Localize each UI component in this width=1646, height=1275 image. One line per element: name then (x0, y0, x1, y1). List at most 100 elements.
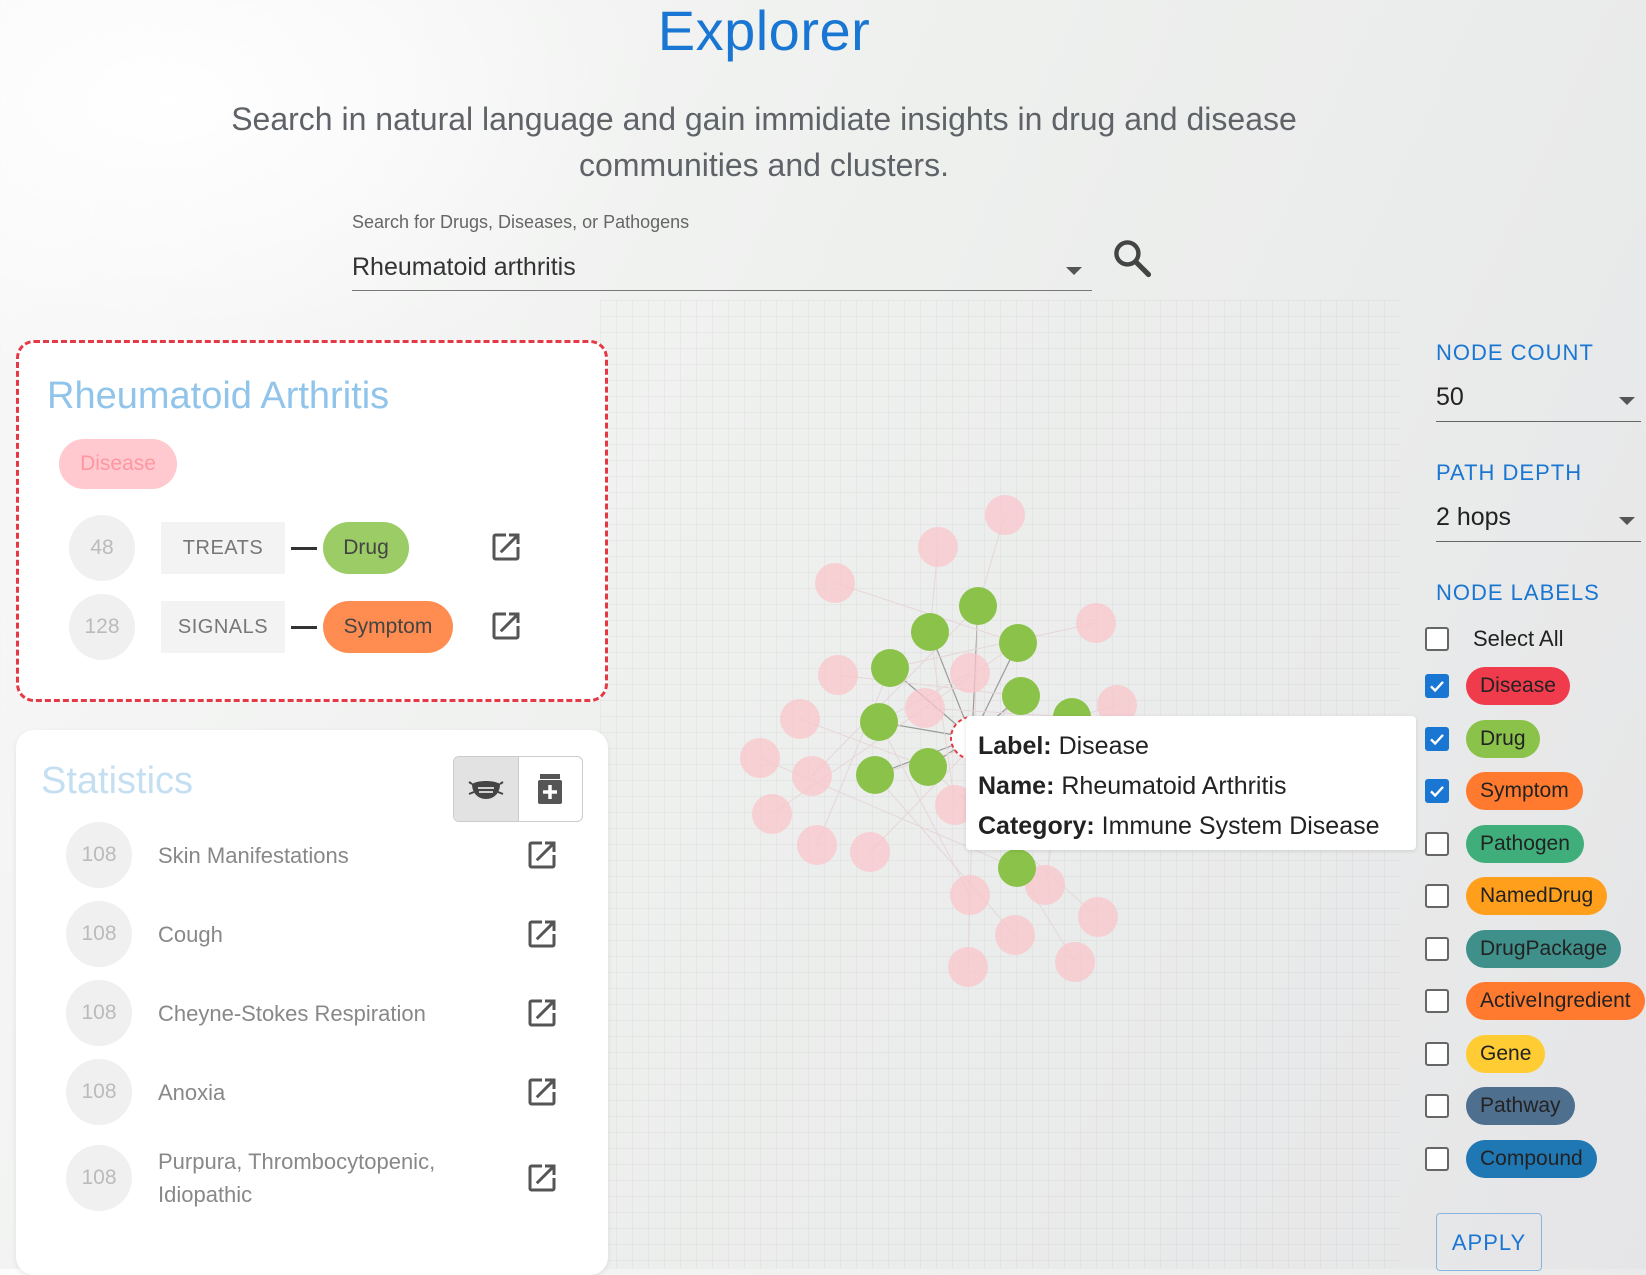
disease-node[interactable] (740, 738, 780, 778)
select-all-checkbox[interactable] (1425, 627, 1449, 651)
node-label-row-gene[interactable]: Gene (1425, 1031, 1546, 1077)
node-label-checkbox[interactable] (1425, 1146, 1449, 1171)
disease-node[interactable] (1078, 897, 1118, 937)
open-in-new-icon[interactable] (488, 608, 524, 644)
drug-node[interactable] (909, 748, 947, 786)
relation-connector (291, 546, 317, 550)
node-label-checkbox[interactable] (1425, 884, 1449, 908)
chevron-down-icon[interactable] (1619, 516, 1635, 525)
select-all-label: Select All (1473, 626, 1564, 651)
disease-node[interactable] (850, 832, 890, 872)
node-label-row-activeingredient[interactable]: ActiveIngredient (1425, 978, 1645, 1024)
open-in-new-icon[interactable] (524, 1160, 560, 1196)
disease-node[interactable] (985, 495, 1025, 535)
node-label-chip: Drug (1466, 719, 1540, 758)
statistics-row: 108 Skin Manifestations (66, 822, 586, 888)
symptom-filter-button[interactable] (454, 757, 518, 821)
disease-node[interactable] (905, 688, 945, 728)
node-label-row-pathogen[interactable]: Pathogen (1425, 821, 1584, 867)
relation-count: 128 (69, 594, 135, 660)
relation-connector (291, 625, 317, 629)
open-in-new-icon[interactable] (524, 916, 560, 952)
drug-node[interactable] (998, 849, 1036, 887)
node-count-select[interactable]: 50 (1436, 374, 1641, 422)
disease-node[interactable] (792, 756, 832, 796)
search-icon[interactable] (1110, 236, 1154, 280)
page-subtitle: Search in natural language and gain immi… (231, 101, 1297, 183)
disease-node[interactable] (1076, 603, 1116, 643)
relation-count: 48 (69, 515, 135, 581)
node-count-value: 50 (1436, 383, 1464, 411)
node-label-row-pathway[interactable]: Pathway (1425, 1083, 1575, 1129)
disease-node[interactable] (918, 527, 958, 567)
disease-node[interactable] (780, 699, 820, 739)
statistic-name: Cheyne-Stokes Respiration (158, 1000, 426, 1026)
statistic-count: 108 (66, 980, 132, 1046)
node-label-checkbox[interactable] (1425, 779, 1449, 803)
node-label-row-drugpackage[interactable]: DrugPackage (1425, 926, 1622, 972)
disease-node[interactable] (818, 655, 858, 695)
statistic-count: 108 (66, 1059, 132, 1125)
check-icon (1430, 786, 1444, 798)
tooltip-category-value: Immune System Disease (1101, 812, 1380, 840)
disease-node[interactable] (950, 875, 990, 915)
chevron-down-icon[interactable] (1619, 396, 1635, 405)
relation-target-chip[interactable]: Drug (323, 522, 409, 574)
drug-node[interactable] (999, 624, 1037, 662)
disease-node[interactable] (948, 947, 988, 987)
chevron-down-icon[interactable] (1066, 266, 1082, 275)
statistic-name: Anoxia (158, 1079, 226, 1105)
search-autocomplete[interactable]: Search for Drugs, Diseases, or Pathogens… (352, 212, 1092, 291)
drug-node[interactable] (860, 703, 898, 741)
statistics-title: Statistics (41, 760, 194, 802)
disease-node[interactable] (752, 794, 792, 834)
statistics-toggle-group (453, 756, 583, 822)
check-icon (1430, 681, 1444, 693)
open-in-new-icon[interactable] (524, 995, 560, 1031)
search-input[interactable]: Rheumatoid arthritis (352, 245, 1092, 291)
node-label-checkbox[interactable] (1425, 831, 1449, 856)
node-label-row-disease[interactable]: Disease (1425, 663, 1570, 709)
apply-button[interactable]: APPLY (1436, 1213, 1542, 1271)
drug-node[interactable] (856, 756, 894, 794)
path-depth-select[interactable]: 2 hops (1436, 494, 1641, 542)
drug-node[interactable] (1002, 677, 1040, 715)
disease-node[interactable] (995, 915, 1035, 955)
disease-node[interactable] (815, 563, 855, 603)
node-label-checkbox[interactable] (1425, 1041, 1449, 1066)
relation-row-signals: 128 SIGNALS Symptom (69, 594, 453, 660)
node-label-row-compound[interactable]: Compound (1425, 1136, 1597, 1182)
node-label-chip: NamedDrug (1466, 877, 1608, 915)
drug-node[interactable] (911, 613, 949, 651)
open-in-new-icon[interactable] (488, 529, 524, 565)
drug-node[interactable] (871, 649, 909, 687)
node-tooltip: Label: Disease Name: Rheumatoid Arthriti… (966, 716, 1416, 850)
node-label-checkbox[interactable] (1425, 989, 1449, 1013)
disease-node[interactable] (1055, 942, 1095, 982)
statistics-row: 108 Cough (66, 901, 586, 967)
node-label-checkbox[interactable] (1425, 1094, 1449, 1118)
relation-target-chip[interactable]: Symptom (323, 601, 453, 653)
tooltip-name-line: Name: Rheumatoid Arthritis (978, 766, 1416, 806)
node-label-row-drug[interactable]: Drug (1425, 716, 1540, 762)
medicine-box-icon (538, 774, 563, 804)
select-all-row[interactable]: Select All (1425, 616, 1564, 662)
node-label-row-symptom[interactable]: Symptom (1425, 768, 1583, 814)
mask-icon (468, 781, 504, 799)
statistics-card: Statistics 108 Skin Manifestations 108 C… (16, 730, 608, 1275)
open-in-new-icon[interactable] (524, 1074, 560, 1110)
node-label-row-nameddrug[interactable]: NamedDrug (1425, 873, 1608, 919)
statistic-name: Purpura, Thrombocytopenic, Idiopathic (158, 1149, 436, 1207)
tooltip-name-key: Name: (978, 772, 1055, 800)
drug-filter-button[interactable] (517, 757, 583, 821)
node-label-chip: Pathogen (1466, 824, 1584, 863)
node-label-checkbox[interactable] (1425, 936, 1449, 961)
disease-node[interactable] (950, 653, 990, 693)
node-label-checkbox[interactable] (1425, 726, 1449, 751)
statistic-name: Cough (158, 921, 223, 947)
path-depth-label: PATH DEPTH (1436, 460, 1583, 485)
disease-node[interactable] (797, 825, 837, 865)
open-in-new-icon[interactable] (524, 837, 560, 873)
node-label-checkbox[interactable] (1425, 674, 1449, 698)
drug-node[interactable] (959, 587, 997, 625)
